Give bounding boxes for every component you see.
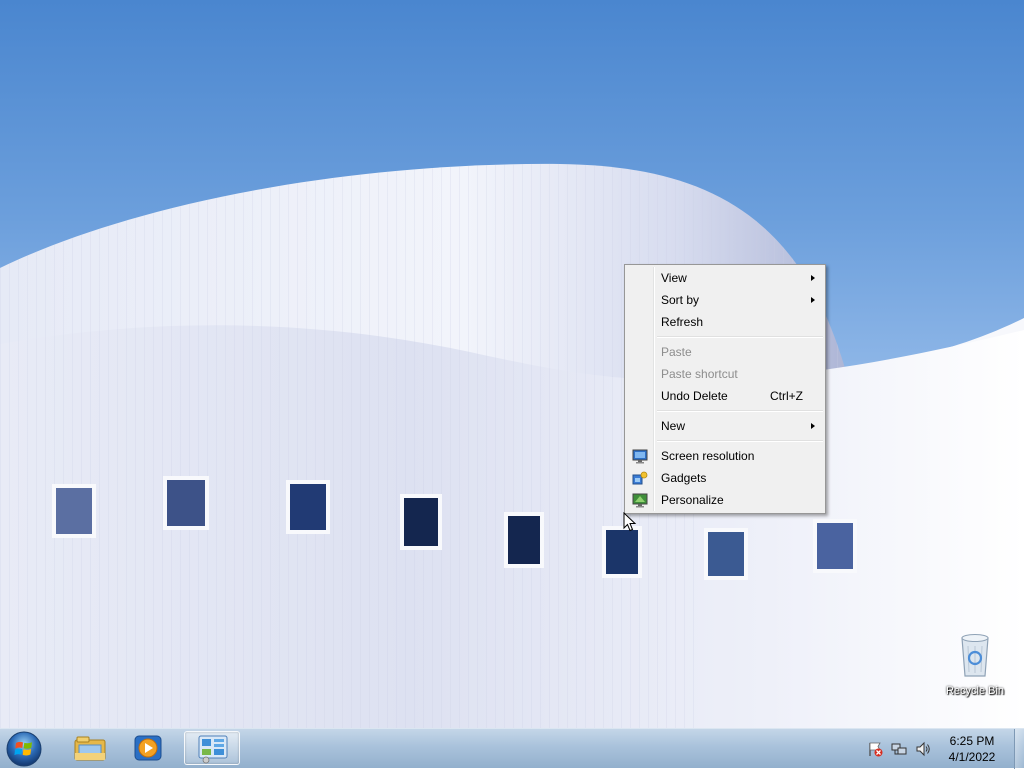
building-lower-wall-ribs [0,325,700,728]
windows-start-orb-icon [6,731,42,767]
network-icon[interactable] [891,741,907,757]
gadgets-icon [632,471,648,485]
submenu-arrow-icon [811,423,815,429]
menu-item-label: Screen resolution [661,449,755,463]
wallpaper-image [0,163,1024,728]
menu-item-refresh[interactable]: Refresh [627,311,823,333]
menu-item-label: Paste shortcut [661,367,738,381]
mouse-cursor-icon [623,512,637,532]
menu-item-label: Gadgets [661,471,707,485]
desktop-icon-label: Recycle Bin [945,685,1005,697]
desktop-icon-recycle-bin[interactable]: Recycle Bin [937,632,1013,697]
menu-item-label: View [661,271,687,285]
desktop[interactable]: Recycle Bin View Sort by Refresh Paste P… [0,0,1024,728]
menu-item-view[interactable]: View [627,267,823,289]
menu-item-screen-resolution[interactable]: Screen resolution [627,445,823,467]
menu-item-paste-shortcut: Paste shortcut [627,363,823,385]
menu-item-personalize[interactable]: Personalize [627,489,823,511]
menu-separator [657,440,823,442]
desktop-context-menu: View Sort by Refresh Paste Paste shortcu… [624,264,826,514]
menu-item-label: Paste [661,345,692,359]
taskbar-clock[interactable]: 6:25 PM 4/1/2022 [926,733,1018,765]
menu-item-new[interactable]: New [627,415,823,437]
start-button[interactable] [4,730,44,768]
screen-resolution-icon [632,449,648,464]
clock-time: 6:25 PM [949,734,995,748]
menu-item-label: New [661,419,686,433]
submenu-arrow-icon [811,297,815,303]
menu-item-sort-by[interactable]: Sort by [627,289,823,311]
taskbar-windows-explorer[interactable] [62,731,118,765]
menu-item-shortcut: Ctrl+Z [770,389,803,403]
menu-item-label: Personalize [661,493,724,507]
menu-item-label: Undo Delete [661,389,728,403]
menu-item-undo-delete[interactable]: Undo Delete Ctrl+Z [627,385,823,407]
menu-item-label: Sort by [661,293,700,307]
media-player-icon [134,735,162,761]
recycle-bin-icon [961,634,989,677]
submenu-arrow-icon [811,275,815,281]
taskbar-media-player[interactable] [120,731,176,765]
action-center-flag-icon[interactable] [867,741,883,757]
taskbar: 6:25 PM 4/1/2022 [0,728,1024,769]
taskbar-control-panel[interactable] [184,731,240,765]
show-desktop-button[interactable] [1014,729,1024,769]
control-panel-icon [198,735,228,764]
menu-item-gadgets[interactable]: Gadgets [627,467,823,489]
menu-item-label: Refresh [661,315,704,329]
personalize-icon [632,493,648,508]
windows-explorer-icon [74,736,106,761]
menu-item-paste: Paste [627,341,823,363]
menu-separator [657,410,823,412]
menu-separator [657,336,823,338]
clock-date: 4/1/2022 [948,750,996,764]
